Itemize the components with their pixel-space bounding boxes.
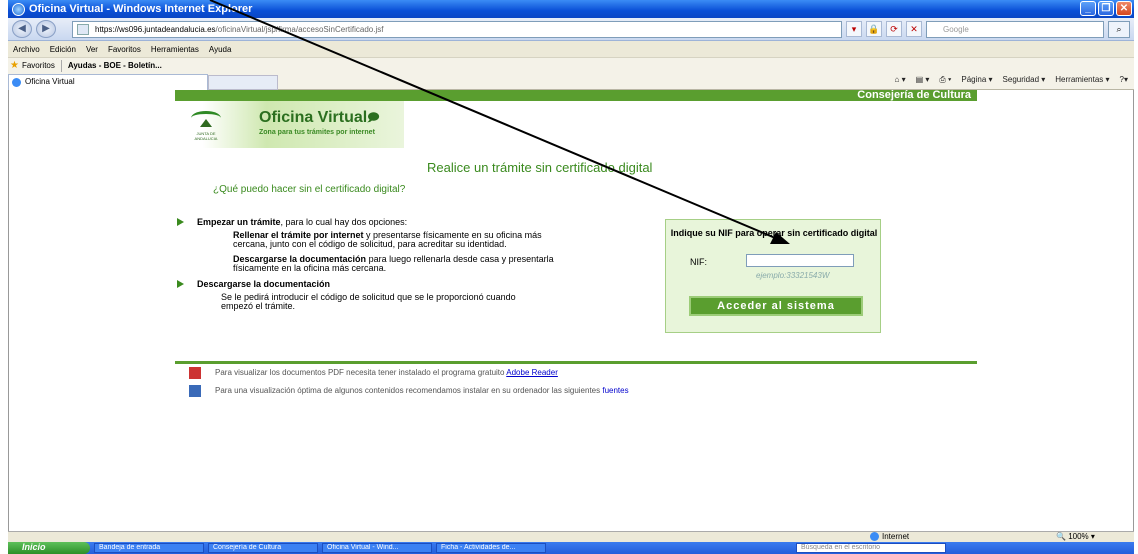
separator (60, 59, 62, 72)
feeds-icon[interactable]: ▤ ▾ (916, 75, 930, 85)
home-icon[interactable]: ⌂ ▾ (895, 75, 906, 85)
dropdown-icon[interactable]: ▾ (846, 21, 862, 37)
suboption-download: Descargarse la documentación para luego … (233, 254, 554, 273)
new-tab-button[interactable] (208, 75, 278, 90)
brand-title: Oficina Virtual🗩 (259, 109, 380, 126)
close-button[interactable]: ✕ (1116, 1, 1132, 16)
page-title: Realice un trámite sin certificado digit… (427, 160, 653, 175)
option-download-desc: Se le pedirá introducir el código de sol… (221, 292, 516, 311)
menu-ver[interactable]: Ver (81, 45, 103, 54)
menu-bar: Archivo Edición Ver Favoritos Herramient… (8, 41, 1134, 57)
faq-link[interactable]: ¿Qué puedo hacer sin el certificado digi… (213, 184, 405, 195)
ie-icon (12, 2, 25, 16)
desktop-search[interactable]: Búsqueda en el escritorio (796, 543, 946, 553)
taskbar: Inicio Bandeja de entrada Consejería de … (8, 542, 1134, 554)
option-start: Empezar un trámite, para lo cual hay dos… (167, 217, 637, 228)
refresh-icon[interactable]: ⟳ (886, 21, 902, 37)
browser-window: Oficina Virtual - Windows Internet Explo… (0, 0, 1138, 554)
nif-panel: Indique su NIF para operar sin certifica… (665, 219, 881, 333)
lock-icon[interactable]: 🔒 (866, 21, 882, 37)
options-list: Empezar un trámite, para lo cual hay dos… (167, 217, 637, 314)
window-title: Oficina Virtual - Windows Internet Explo… (29, 3, 253, 15)
nif-example: ejemplo:33321543W (756, 271, 830, 280)
security-menu[interactable]: Seguridad ▾ (1003, 75, 1046, 85)
tools-menu[interactable]: Herramientas ▾ (1055, 75, 1109, 85)
menu-archivo[interactable]: Archivo (8, 45, 45, 54)
menu-herramientas[interactable]: Herramientas (146, 45, 204, 54)
print-icon[interactable]: ⎙ ▾ (939, 75, 951, 85)
nif-title: Indique su NIF para operar sin certifica… (670, 228, 878, 238)
help-icon[interactable]: ?▾ (1120, 75, 1128, 85)
bullet-arrow-icon (177, 218, 184, 226)
org-bar: Consejería de Cultura (175, 90, 977, 101)
junta-logo: JUNTA DE ANDALUCIA (187, 109, 225, 141)
favorite-item[interactable]: Ayudas - BOE - Boletín... (68, 61, 162, 70)
task-oficina[interactable]: Oficina Virtual - Wind... (322, 543, 432, 553)
globe-icon (870, 532, 879, 542)
adobe-reader-link[interactable]: Adobe Reader (506, 368, 558, 377)
access-button[interactable]: Acceder al sistema (689, 296, 863, 316)
option-download-label[interactable]: Descargarse la documentación (197, 279, 330, 289)
menu-edicion[interactable]: Edición (45, 45, 81, 54)
option-start-label[interactable]: Empezar un trámite (197, 217, 281, 227)
task-inbox[interactable]: Bandeja de entrada (94, 543, 204, 553)
footer-pdf: Para visualizar los documentos PDF neces… (189, 367, 558, 379)
suboption-internet: Rellenar el trámite por internet y prese… (233, 230, 542, 249)
brand-subtitle: Zona para tus trámites por internet (259, 129, 375, 136)
title-bar: Oficina Virtual - Windows Internet Explo… (8, 0, 1134, 18)
nif-label: NIF: (690, 257, 707, 267)
brand-banner: JUNTA DE ANDALUCIA Oficina Virtual🗩 Zona… (175, 101, 404, 148)
fonts-link[interactable]: fuentes (602, 386, 628, 395)
status-bar: Internet 🔍 100% ▾ (8, 531, 1134, 542)
option-download: Descargarse la documentación (167, 279, 637, 290)
page-menu[interactable]: Página ▾ (961, 75, 992, 85)
speech-bubble-icon: 🗩 (367, 112, 380, 124)
footer-fonts: Para una visualización óptima de algunos… (189, 385, 629, 397)
zone-indicator: Internet (870, 532, 909, 542)
search-icon[interactable]: ⌕ (1108, 21, 1130, 38)
minimize-button[interactable]: _ (1080, 1, 1096, 16)
star-icon[interactable]: ★ (10, 60, 19, 71)
forward-icon[interactable]: ▶ (36, 20, 56, 38)
start-button[interactable]: Inicio (8, 542, 90, 554)
menu-favoritos[interactable]: Favoritos (103, 45, 146, 54)
task-ficha[interactable]: Ficha - Actividades de... (436, 543, 546, 553)
favorites-label[interactable]: Favoritos (22, 61, 55, 70)
search-input[interactable]: Google (926, 21, 1104, 38)
address-row: ◀ ▶ https://ws096.juntadeandalucia.es/of… (8, 18, 1134, 41)
bullet-arrow-icon (177, 280, 184, 288)
back-icon[interactable]: ◀ (12, 20, 32, 38)
divider (175, 361, 977, 364)
tab-oficina-virtual[interactable]: Oficina Virtual (8, 74, 208, 90)
maximize-button[interactable]: ❐ (1098, 1, 1114, 16)
stop-icon[interactable]: ✕ (906, 21, 922, 37)
zoom-level[interactable]: 🔍 100% ▾ (1056, 532, 1095, 541)
menu-ayuda[interactable]: Ayuda (204, 45, 237, 54)
nif-input[interactable] (746, 254, 854, 267)
favorites-bar: ★ Favoritos Ayudas - BOE - Boletín... (8, 57, 1134, 73)
page-icon (77, 24, 89, 35)
ie-tab-icon (12, 78, 21, 87)
page-content: Consejería de Cultura JUNTA DE ANDALUCIA… (8, 90, 1134, 531)
pdf-icon (189, 367, 201, 379)
address-bar[interactable]: https://ws096.juntadeandalucia.es/oficin… (72, 21, 842, 38)
tab-bar: Oficina Virtual ⌂ ▾ ▤ ▾ ⎙ ▾ Página ▾ Seg… (8, 73, 1134, 90)
font-icon (189, 385, 201, 397)
task-consejeria[interactable]: Consejería de Cultura (208, 543, 318, 553)
